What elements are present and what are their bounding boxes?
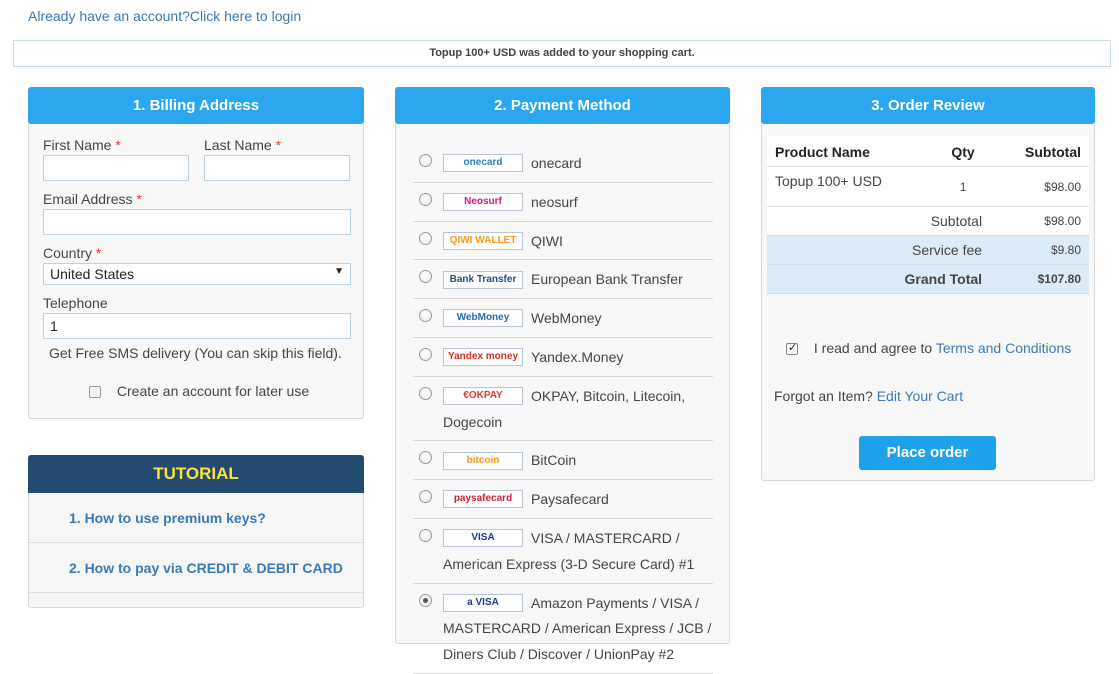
billing-form: First Name * Last Name * Email Address *…: [28, 124, 364, 419]
product-name: Topup 100+ USD: [767, 166, 937, 207]
subtotal-value: $98.00: [990, 206, 1089, 236]
billing-title: 1. Billing Address: [28, 87, 364, 124]
country-label: Country *: [43, 245, 102, 261]
payment-radio[interactable]: [419, 154, 432, 167]
payment-radio[interactable]: [419, 386, 432, 400]
tutorial-title: TUTORIAL: [28, 455, 364, 493]
grand-total-value: $107.80: [990, 264, 1089, 294]
email-field[interactable]: [43, 209, 351, 235]
agree-row: I read and agree to Terms and Conditions: [786, 340, 1071, 356]
payment-option[interactable]: VISA VISA / MASTERCARD / American Express…: [413, 519, 713, 584]
forgot-text: Forgot an Item?: [774, 388, 873, 404]
payment-option[interactable]: Yandex money Yandex.Money: [413, 338, 713, 377]
payment-methods: onecard onecard Neosurf neosurf QIWI WALLET Q…: [395, 124, 730, 674]
payment-option[interactable]: Bank Transfer European Bank Transfer: [413, 260, 713, 300]
payment-option[interactable]: bitcoin BitCoin: [413, 441, 713, 481]
service-fee-value: $9.80: [990, 235, 1089, 265]
agree-text: I read and agree to: [813, 340, 933, 356]
product-subtotal: $98.00: [990, 166, 1089, 207]
last-name-field[interactable]: [204, 155, 350, 181]
forgot-row: Forgot an Item? Edit Your Cart: [774, 388, 963, 404]
col-qty-header: Qty: [936, 136, 991, 167]
tutorial-list: 1. How to use premium keys? 2. How to pa…: [28, 493, 364, 608]
payment-option[interactable]: paysafecard Paysafecard: [413, 480, 713, 519]
payment-name: QIWI: [531, 232, 563, 249]
subtotal-label: Subtotal: [767, 206, 991, 236]
payment-name: onecard: [531, 154, 582, 171]
order-table: Product Name Qty Subtotal Topup 100+ USD…: [767, 136, 1089, 294]
payment-option[interactable]: WebMoney WebMoney: [413, 299, 713, 338]
payment-name: Paysafecard: [531, 490, 609, 507]
agree-checkbox[interactable]: [786, 341, 798, 356]
payment-logo-icon: Bank Transfer: [443, 270, 523, 289]
payment-radio[interactable]: [419, 347, 432, 361]
col-product-header: Product Name: [767, 136, 937, 167]
payment-option[interactable]: a VISA Amazon Payments / VISA / MASTERCAR…: [413, 584, 713, 674]
payment-option[interactable]: QIWI WALLET QIWI: [413, 222, 713, 261]
terms-link[interactable]: Terms and Conditions: [936, 340, 1071, 356]
email-label: Email Address *: [43, 191, 142, 207]
service-fee-label: Service fee: [767, 235, 991, 265]
payment-radio[interactable]: [419, 309, 432, 323]
country-select[interactable]: United States ▼: [43, 263, 351, 285]
grand-total-row: Grand Total $107.80: [767, 264, 1089, 294]
payment-logo-icon: paysafecard: [443, 490, 523, 509]
payment-logo-icon: €OKPAY: [443, 387, 523, 406]
create-account-row[interactable]: Create an account for later use: [89, 383, 309, 399]
payment-logo-icon: WebMoney: [443, 309, 523, 328]
payment-logo-icon: bitcoin: [443, 451, 523, 470]
payment-option[interactable]: onecard onecard: [413, 144, 713, 183]
payment-list: onecard onecard Neosurf neosurf QIWI WALLET Q…: [413, 144, 713, 674]
payment-name: Yandex.Money: [531, 348, 624, 365]
first-name-field[interactable]: [43, 155, 189, 181]
cart-notice: Topup 100+ USD was added to your shoppin…: [13, 40, 1111, 67]
payment-name: WebMoney: [531, 309, 602, 326]
payment-radio[interactable]: [419, 490, 432, 504]
billing-panel: 1. Billing Address First Name * Last Nam…: [28, 87, 364, 419]
payment-logo-icon: VISA: [443, 529, 523, 548]
payment-panel: 2. Payment Method onecard onecard Neosurf n…: [395, 87, 730, 674]
payment-logo-icon: Neosurf: [443, 193, 523, 212]
review-body: Product Name Qty Subtotal Topup 100+ USD…: [761, 124, 1095, 481]
last-name-label: Last Name *: [204, 137, 282, 153]
payment-radio[interactable]: [419, 231, 432, 245]
place-order-button[interactable]: Place order: [859, 436, 996, 470]
table-header-row: Product Name Qty Subtotal: [767, 136, 1089, 167]
grand-total-label: Grand Total: [767, 264, 991, 294]
payment-option[interactable]: Neosurf neosurf: [413, 183, 713, 222]
payment-radio[interactable]: [419, 593, 432, 607]
service-fee-row: Service fee $9.80: [767, 235, 1089, 265]
telephone-field[interactable]: [43, 313, 351, 339]
country-value: United States: [50, 266, 135, 282]
payment-radio[interactable]: [419, 451, 432, 465]
create-account-label: Create an account for later use: [116, 383, 310, 399]
payment-logo-icon: onecard: [443, 154, 523, 173]
sms-note: Get Free SMS delivery (You can skip this…: [49, 345, 342, 361]
telephone-label: Telephone: [43, 295, 108, 311]
tutorial-item[interactable]: 2. How to pay via CREDIT & DEBIT CARD: [29, 543, 363, 593]
tutorial-panel: TUTORIAL 1. How to use premium keys? 2. …: [28, 455, 364, 608]
login-link[interactable]: Already have an account?Click here to lo…: [28, 8, 301, 24]
first-name-label: First Name *: [43, 137, 121, 153]
payment-option[interactable]: €OKPAY OKPAY, Bitcoin, Litecoin, Dogecoin: [413, 377, 713, 442]
chevron-down-icon: ▼: [334, 266, 344, 277]
payment-radio[interactable]: [419, 192, 432, 206]
tutorial-item[interactable]: 1. How to use premium keys?: [29, 493, 363, 543]
payment-radio[interactable]: [419, 270, 432, 284]
subtotal-row: Subtotal $98.00: [767, 206, 1089, 236]
payment-radio[interactable]: [419, 528, 432, 542]
product-qty: 1: [936, 166, 991, 207]
table-row: Topup 100+ USD 1 $98.00: [767, 166, 1089, 207]
payment-title: 2. Payment Method: [395, 87, 730, 124]
payment-name: BitCoin: [531, 452, 577, 469]
edit-cart-link[interactable]: Edit Your Cart: [877, 388, 963, 404]
review-panel: 3. Order Review Product Name Qty Subtota…: [761, 87, 1095, 481]
payment-name: neosurf: [531, 193, 578, 210]
review-title: 3. Order Review: [761, 87, 1095, 124]
payment-logo-icon: QIWI WALLET: [443, 231, 523, 250]
create-account-checkbox[interactable]: [89, 386, 101, 399]
payment-name: European Bank Transfer: [531, 271, 683, 288]
col-subtotal-header: Subtotal: [990, 136, 1089, 167]
payment-logo-icon: Yandex money: [443, 348, 523, 367]
